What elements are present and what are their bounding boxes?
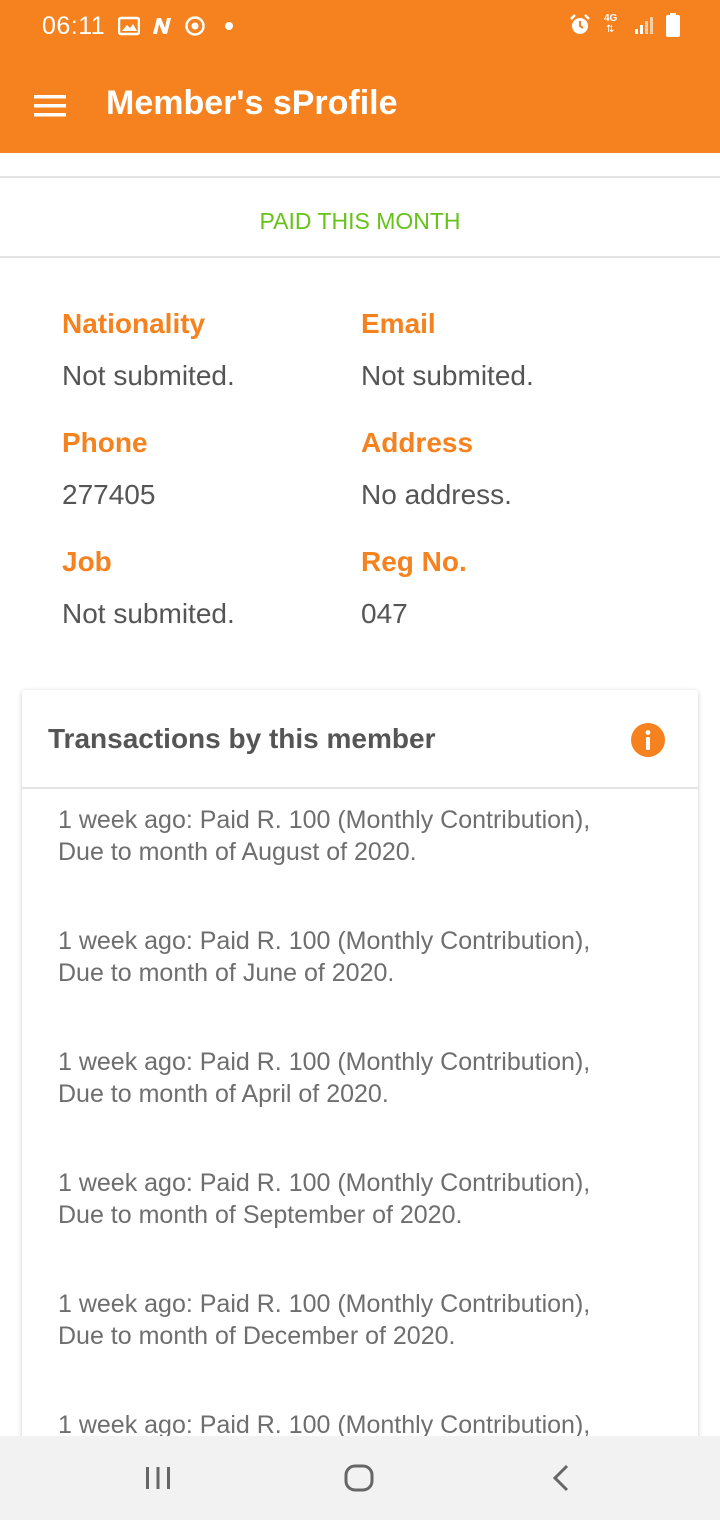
transaction-line: 1 week ago: Paid R. 100 (Monthly Contrib… [58, 1048, 591, 1076]
recent-apps-button[interactable] [136, 1458, 180, 1498]
dot-icon [225, 22, 233, 30]
transaction-item[interactable]: 1 week ago: Paid R. 100 (Monthly Contrib… [58, 804, 678, 925]
data-arrows: ⇅ [606, 24, 615, 35]
system-nav-bar [0, 1436, 720, 1520]
job-label: Job [62, 546, 112, 577]
reg-no-value: 047 [361, 598, 408, 629]
transaction-due: Due to month of December of 2020. [58, 1322, 456, 1350]
status-bar: 06:11 4G ⇅ [0, 0, 720, 56]
transaction-item[interactable]: 1 week ago: Paid R. 100 (Monthly Contrib… [58, 1167, 678, 1288]
transaction-item[interactable]: 1 week ago: Paid R. 100 (Monthly Contrib… [58, 1288, 678, 1409]
info-button[interactable] [630, 722, 666, 758]
sync-icon [185, 16, 205, 36]
status-time: 06:11 [42, 12, 106, 40]
address-value: No address. [361, 479, 512, 510]
transaction-line: 1 week ago: Paid R. 100 (Monthly Contrib… [58, 806, 591, 834]
phone-label: Phone [62, 427, 148, 458]
transaction-line: 1 week ago: Paid R. 100 (Monthly Contrib… [58, 927, 591, 955]
transaction-due: Due to month of April of 2020. [58, 1080, 389, 1108]
toolbar: Member's sProfile [0, 56, 720, 153]
app-header: 06:11 4G ⇅ Member's sProfile [0, 0, 720, 153]
phone-value: 277405 [62, 479, 156, 510]
divider [0, 256, 720, 258]
transaction-line: 1 week ago: Paid R. 100 (Monthly Contrib… [58, 1169, 591, 1197]
transactions-header: Transactions by this member [22, 690, 698, 789]
back-icon [552, 1464, 569, 1492]
status-left-icons [118, 15, 234, 37]
nationality-label: Nationality [62, 308, 206, 339]
transaction-due: Due to month of September of 2020. [58, 1201, 463, 1229]
email-label: Email [361, 308, 436, 339]
transaction-item[interactable]: 1 week ago: Paid R. 100 (Monthly Contrib… [58, 1046, 678, 1167]
network-label: 4G [604, 13, 618, 24]
info-icon [631, 723, 665, 757]
email-value: Not submited. [361, 360, 534, 391]
transaction-due: Due to month of August of 2020. [58, 838, 417, 866]
back-button[interactable] [539, 1458, 583, 1498]
alarm-icon [570, 14, 590, 34]
home-button[interactable] [337, 1458, 381, 1498]
n-app-icon [153, 18, 171, 34]
status-right-icons: 4G ⇅ [568, 13, 680, 37]
transaction-line: 1 week ago: Paid R. 100 (Monthly Contrib… [58, 1290, 591, 1318]
signal-icon [635, 17, 653, 34]
nationality-value: Not submited. [62, 360, 235, 391]
transaction-item[interactable]: 1 week ago: Paid R. 100 (Monthly Contrib… [58, 925, 678, 1046]
page-title: Member's sProfile [106, 84, 398, 122]
transactions-card: Transactions by this member 1 week ago: … [22, 690, 698, 1450]
job-value: Not submited. [62, 598, 235, 629]
menu-button[interactable] [22, 78, 78, 134]
transactions-title: Transactions by this member [48, 723, 436, 754]
battery-icon [666, 13, 680, 37]
home-icon [344, 1464, 374, 1492]
payment-status: PAID THIS MONTH [259, 208, 461, 234]
transaction-due: Due to month of June of 2020. [58, 959, 395, 987]
transactions-list: 1 week ago: Paid R. 100 (Monthly Contrib… [58, 804, 678, 1450]
gallery-icon [118, 16, 140, 36]
divider [0, 176, 720, 178]
reg-no-label: Reg No. [361, 546, 467, 577]
recent-apps-icon [146, 1467, 170, 1489]
address-label: Address [361, 427, 474, 458]
hamburger-menu-icon [34, 95, 66, 117]
4g-data-icon: 4G ⇅ [604, 13, 622, 37]
